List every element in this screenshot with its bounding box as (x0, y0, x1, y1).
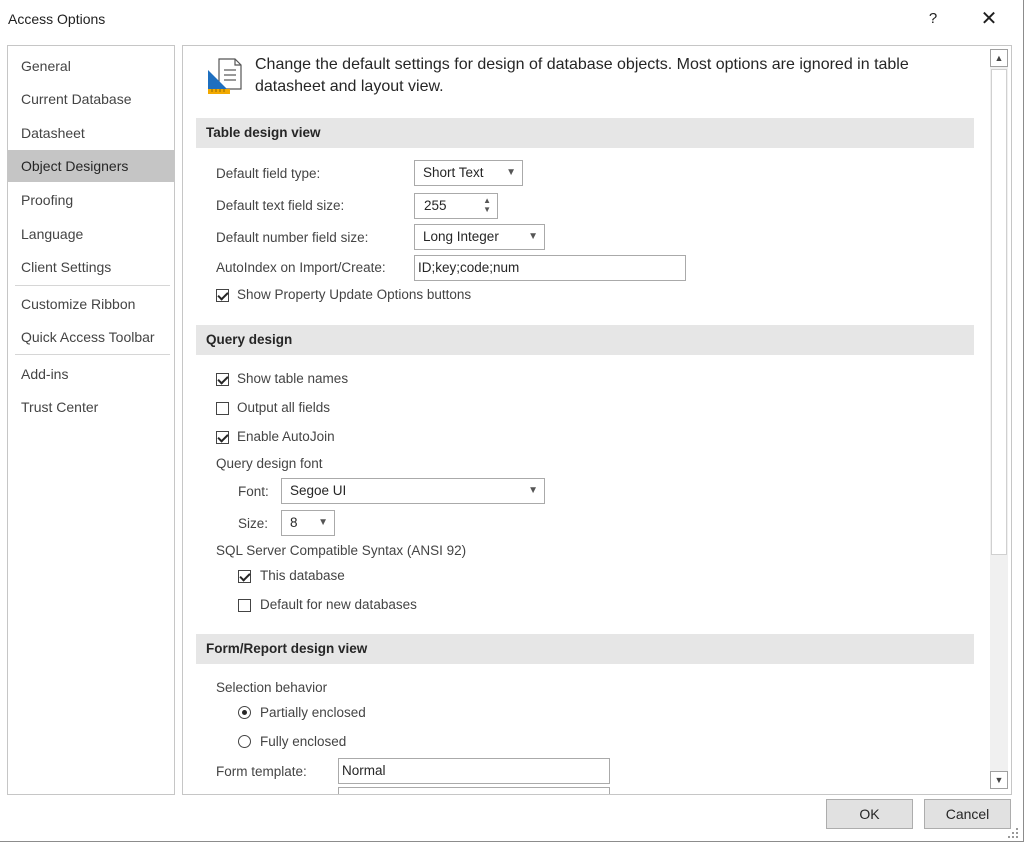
nav-item-add-ins[interactable]: Add-ins (8, 358, 174, 390)
partially-enclosed-label: Partially enclosed (260, 705, 366, 720)
chevron-down-icon: ▼ (528, 485, 538, 496)
selection-behavior-label: Selection behavior (216, 680, 328, 695)
property-update-label: Show Property Update Options buttons (237, 287, 472, 302)
enable-autojoin-checkbox[interactable] (216, 431, 229, 444)
nav-separator (15, 285, 170, 286)
nav-item-customize-ribbon[interactable]: Customize Ribbon (8, 288, 174, 320)
help-button[interactable]: ? (924, 10, 942, 30)
default-number-size-dropdown[interactable]: Long Integer ▼ (414, 224, 545, 250)
query-font-value: Segoe UI (290, 483, 347, 498)
nav-item-datasheet[interactable]: Datasheet (8, 117, 174, 149)
nav-item-proofing[interactable]: Proofing (8, 184, 174, 216)
nav-item-current-database[interactable]: Current Database (8, 83, 174, 115)
default-new-databases-checkbox[interactable] (238, 599, 251, 612)
chevron-down-icon: ▼ (318, 517, 328, 528)
form-template-label: Form template: (216, 764, 307, 779)
default-text-size-value: 255 (424, 198, 447, 213)
query-size-dropdown[interactable]: 8 ▼ (281, 510, 335, 536)
options-content: Change the default settings for design o… (182, 45, 1012, 795)
show-table-names-checkbox[interactable] (216, 373, 229, 386)
sql-syntax-label: SQL Server Compatible Syntax (ANSI 92) (216, 543, 467, 558)
query-font-label: Font: (238, 484, 269, 499)
chevron-down-icon: ▼ (506, 167, 516, 178)
this-database-checkbox[interactable] (238, 570, 251, 583)
ok-button[interactable]: OK (826, 799, 913, 829)
section-table-design: Table design view (196, 118, 974, 148)
default-text-size-label: Default text field size: (216, 198, 345, 213)
design-settings-icon (208, 58, 242, 94)
enable-autojoin-label: Enable AutoJoin (237, 429, 335, 444)
section-form-report-design: Form/Report design view (196, 634, 974, 664)
autoindex-label: AutoIndex on Import/Create: (216, 260, 386, 275)
nav-item-language[interactable]: Language (8, 218, 174, 250)
this-database-label: This database (260, 568, 345, 583)
fully-enclosed-radio[interactable] (238, 735, 251, 748)
cancel-button[interactable]: Cancel (924, 799, 1011, 829)
query-size-label: Size: (238, 516, 269, 531)
nav-separator (15, 354, 170, 355)
default-new-databases-label: Default for new databases (260, 597, 417, 612)
property-update-checkbox[interactable] (216, 289, 229, 302)
form-template-input[interactable]: Normal (338, 758, 610, 784)
default-field-type-label: Default field type: (216, 166, 321, 181)
autoindex-input[interactable]: ID;key;code;num (414, 255, 686, 281)
query-font-dropdown[interactable]: Segoe UI ▼ (281, 478, 545, 504)
partially-enclosed-radio[interactable] (238, 706, 251, 719)
query-font-group-label: Query design font (216, 456, 323, 471)
nav-item-quick-access-toolbar[interactable]: Quick Access Toolbar (8, 321, 174, 353)
scroll-up-icon[interactable]: ▲ (990, 49, 1008, 67)
default-number-size-label: Default number field size: (216, 230, 369, 245)
nav-item-client-settings[interactable]: Client Settings (8, 251, 174, 283)
fully-enclosed-label: Fully enclosed (260, 734, 347, 749)
category-nav: General Current Database Datasheet Objec… (7, 45, 175, 795)
options-scrollbar[interactable]: ▲ ▼ (990, 49, 1008, 789)
nav-item-trust-center[interactable]: Trust Center (8, 391, 174, 423)
chevron-down-icon: ▼ (528, 231, 538, 242)
window-title: Access Options (8, 11, 106, 27)
query-size-value: 8 (290, 515, 298, 530)
report-template-input[interactable] (338, 787, 610, 794)
section-query-design: Query design (196, 325, 974, 355)
default-number-size-value: Long Integer (423, 229, 499, 244)
title-bar: Access Options ? ✕ (0, 0, 1023, 40)
scroll-down-icon[interactable]: ▼ (990, 771, 1008, 789)
nav-item-general[interactable]: General (8, 50, 174, 82)
default-field-type-value: Short Text (423, 165, 484, 180)
intro-description: Change the default settings for design o… (255, 56, 909, 95)
output-all-fields-checkbox[interactable] (216, 402, 229, 415)
access-options-dialog: Access Options ? ✕ General Current Datab… (0, 0, 1024, 842)
output-all-fields-label: Output all fields (237, 400, 331, 415)
default-text-size-spinner[interactable]: 255 ▲ ▼ (414, 193, 498, 219)
resize-grip-icon[interactable] (1006, 826, 1020, 840)
scroll-thumb[interactable] (991, 69, 1007, 555)
spinner-arrows-icon[interactable]: ▲ ▼ (483, 196, 491, 214)
default-field-type-dropdown[interactable]: Short Text ▼ (414, 160, 523, 186)
show-table-names-label: Show table names (237, 371, 349, 386)
close-button[interactable]: ✕ (978, 8, 1000, 30)
nav-item-object-designers[interactable]: Object Designers (8, 150, 174, 182)
